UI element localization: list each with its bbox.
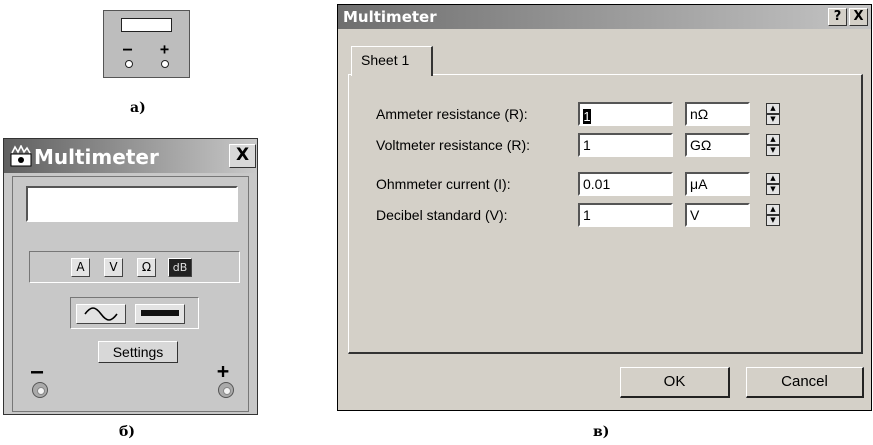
ammeter-mode-button[interactable]: A <box>71 258 90 277</box>
decibel-mode-button[interactable]: dB <box>168 258 192 277</box>
spin-down-icon[interactable]: ▼ <box>766 215 780 226</box>
ac-sine-icon <box>84 307 118 321</box>
spin-up-icon[interactable]: ▲ <box>766 103 780 114</box>
ammeter-resistance-label: Ammeter resistance (R): <box>376 106 528 122</box>
ohmmeter-current-input[interactable]: 0.01 <box>578 172 673 196</box>
panel-titlebar[interactable]: Multimeter X <box>4 139 257 173</box>
tab-sheet-1[interactable]: Sheet 1 <box>351 46 433 76</box>
ohmmeter-unit-spinner[interactable]: ▲ ▼ <box>766 173 780 195</box>
spin-up-icon[interactable]: ▲ <box>766 204 780 215</box>
help-button[interactable]: ? <box>828 8 847 26</box>
panel-close-button[interactable]: X <box>229 144 256 168</box>
ohmmeter-current-label: Ohmmeter current (I): <box>376 176 511 192</box>
voltmeter-resistance-unit[interactable]: GΩ <box>685 133 750 157</box>
plus-terminal[interactable] <box>218 382 234 398</box>
plus-sign: + <box>217 359 230 383</box>
mode-selector <box>29 251 240 283</box>
dc-mode-button[interactable] <box>135 304 185 324</box>
ammeter-resistance-input[interactable]: 1 <box>578 102 673 126</box>
settings-button[interactable]: Settings <box>98 341 178 363</box>
dialog-title: Multimeter <box>343 8 437 26</box>
dc-bar-icon <box>141 310 179 316</box>
spin-up-icon[interactable]: ▲ <box>766 134 780 145</box>
voltmeter-unit-spinner[interactable]: ▲ ▼ <box>766 134 780 156</box>
caption-b: б) <box>119 424 135 440</box>
icon-minus-terminal[interactable] <box>125 60 133 68</box>
decibel-unit-spinner[interactable]: ▲ ▼ <box>766 204 780 226</box>
cancel-button[interactable]: Cancel <box>746 367 864 398</box>
ohmmeter-mode-button[interactable]: Ω <box>137 258 156 277</box>
spin-down-icon[interactable]: ▼ <box>766 114 780 125</box>
dialog-titlebar[interactable]: Multimeter ? X <box>338 5 871 29</box>
ok-button[interactable]: OK <box>620 367 730 398</box>
panel-title: Multimeter <box>34 145 159 169</box>
caption-v: в) <box>593 424 610 440</box>
minus-terminal[interactable] <box>32 382 48 398</box>
decibel-standard-label: Decibel standard (V): <box>376 207 508 223</box>
spin-down-icon[interactable]: ▼ <box>766 184 780 195</box>
voltmeter-resistance-label: Voltmeter resistance (R): <box>376 137 531 153</box>
spin-down-icon[interactable]: ▼ <box>766 145 780 156</box>
reading-display <box>26 186 238 222</box>
multimeter-panel: Multimeter X A V Ω dB Settings – + <box>3 138 258 415</box>
minus-sign: – <box>31 359 44 383</box>
icon-minus-sign: – <box>123 40 133 58</box>
voltmeter-mode-button[interactable]: V <box>104 258 123 277</box>
icon-display <box>121 18 172 32</box>
icon-plus-terminal[interactable] <box>161 60 169 68</box>
voltmeter-resistance-input[interactable]: 1 <box>578 133 673 157</box>
multimeter-settings-dialog: Multimeter ? X Sheet 1 Ammeter resistanc… <box>337 4 872 411</box>
multimeter-app-icon <box>10 145 32 167</box>
icon-plus-sign: + <box>160 40 170 58</box>
decibel-standard-input[interactable]: 1 <box>578 203 673 227</box>
ohmmeter-current-unit[interactable]: μA <box>685 172 750 196</box>
ammeter-unit-spinner[interactable]: ▲ ▼ <box>766 103 780 125</box>
ac-mode-button[interactable] <box>76 304 126 324</box>
decibel-standard-unit[interactable]: V <box>685 203 750 227</box>
selected-value: 1 <box>583 109 591 124</box>
multimeter-schematic-icon[interactable]: – + <box>103 10 190 78</box>
spin-up-icon[interactable]: ▲ <box>766 173 780 184</box>
dialog-close-button[interactable]: X <box>849 8 868 26</box>
caption-a: а) <box>130 100 146 116</box>
ammeter-resistance-unit[interactable]: nΩ <box>685 102 750 126</box>
